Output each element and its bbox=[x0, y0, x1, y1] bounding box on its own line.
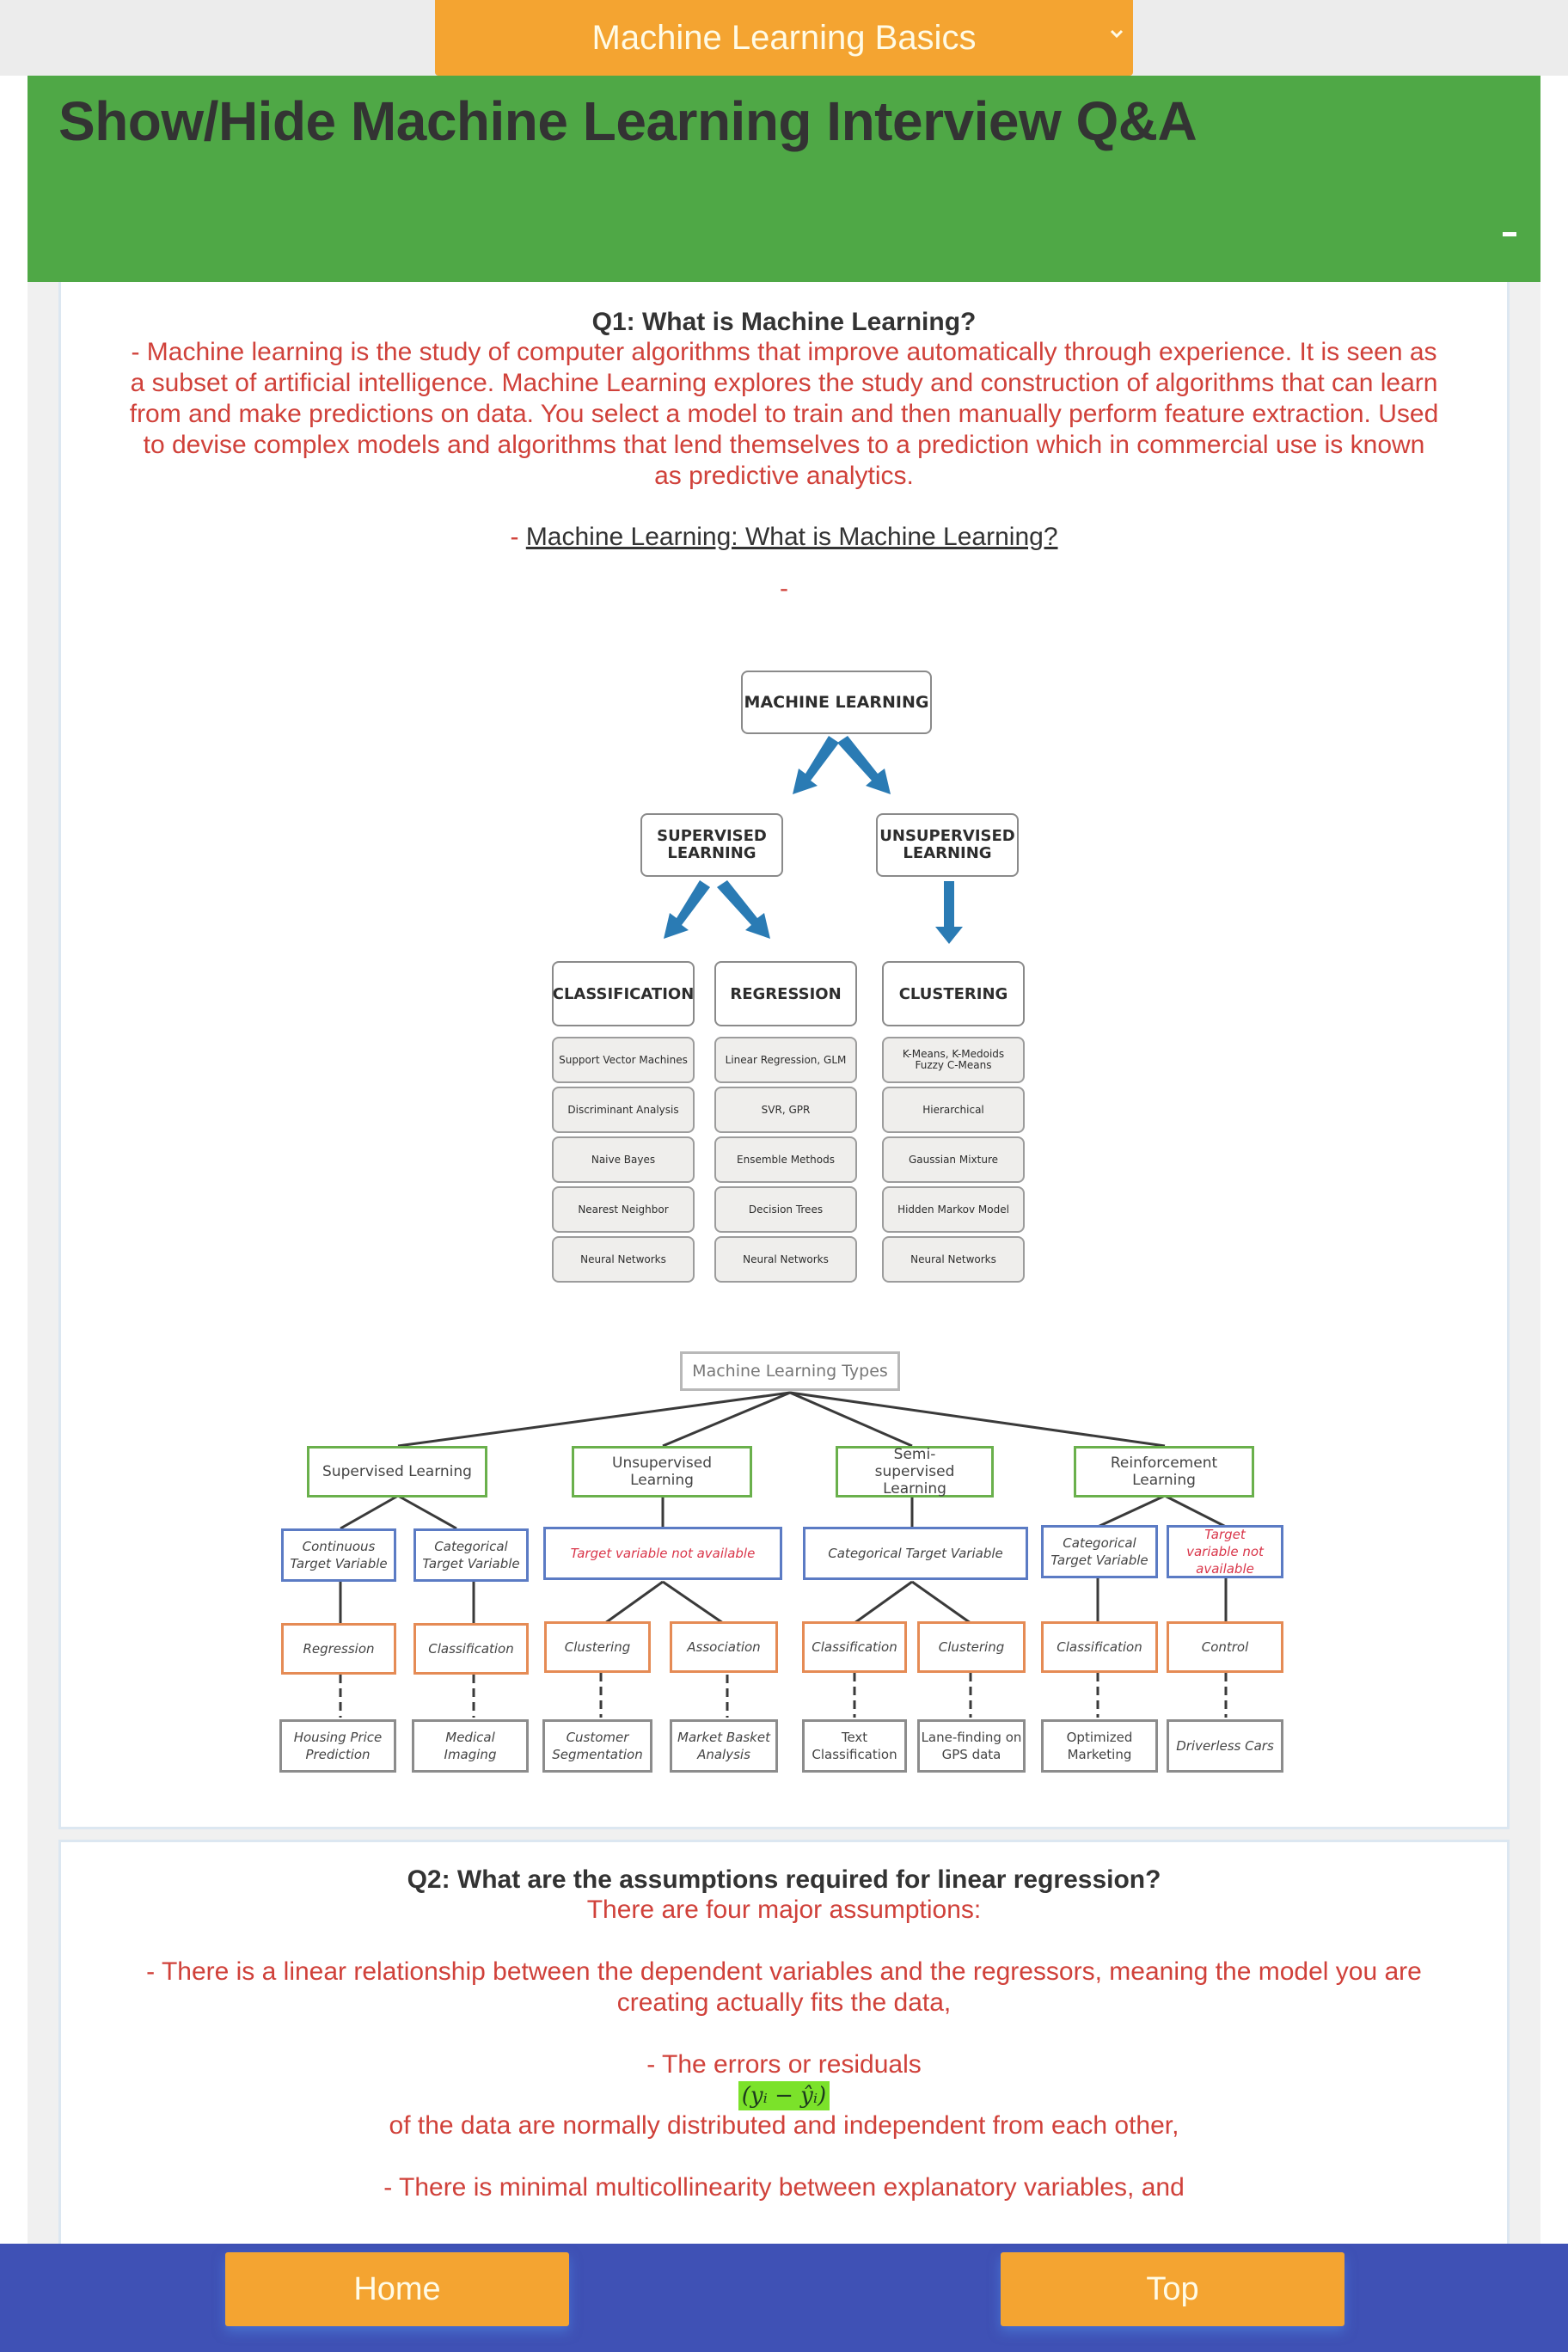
target-node: Target variable not available bbox=[543, 1527, 782, 1580]
application-node: Lane-finding on GPS data bbox=[917, 1719, 1026, 1773]
diagram-connectors bbox=[339, 1391, 1228, 1718]
type-node: Supervised Learning bbox=[307, 1446, 487, 1498]
application-node: Medical Imaging bbox=[412, 1719, 529, 1773]
task-node: Classification bbox=[802, 1621, 907, 1673]
question-title: Q2: What are the assumptions required fo… bbox=[407, 1865, 1161, 1894]
assumption-residuals: - The errors or residuals (yᵢ − ŷᵢ) of t… bbox=[61, 2049, 1507, 2141]
chevron-down-icon bbox=[1110, 29, 1124, 39]
application-node: Driverless Cars bbox=[1167, 1719, 1283, 1773]
question-card-q2: Q2: What are the assumptions required fo… bbox=[58, 1840, 1510, 2287]
answer-line: of the data are normally distributed and… bbox=[389, 2111, 1179, 2140]
task-node: Classification bbox=[413, 1623, 529, 1675]
question-card-q1: Q1: What is Machine Learning? - Machine … bbox=[58, 282, 1510, 1829]
top-button[interactable]: Top bbox=[1001, 2252, 1344, 2326]
task-node: Clustering bbox=[917, 1621, 1026, 1673]
application-node: Housing Price Prediction bbox=[279, 1719, 396, 1773]
answer-line: creating actually fits the data, bbox=[616, 1988, 952, 2017]
task-node: Clustering bbox=[544, 1621, 651, 1673]
page-title: Show/Hide Machine Learning Interview Q&A bbox=[58, 90, 1197, 152]
application-node: Market Basket Analysis bbox=[670, 1719, 778, 1773]
assumption-linearity: - There is a linear relationship between… bbox=[61, 1957, 1507, 2018]
target-node: Continuous Target Variable bbox=[281, 1528, 396, 1582]
topic-select-value: Machine Learning Basics bbox=[591, 18, 977, 57]
target-node: Categorical Target Variable bbox=[1041, 1525, 1158, 1578]
target-node: Target variable not available bbox=[1167, 1525, 1283, 1578]
assumption-multicollinearity: - There is minimal multicollinearity bet… bbox=[383, 2173, 1185, 2202]
task-node: Control bbox=[1167, 1621, 1283, 1673]
residual-formula: (yᵢ − ŷᵢ) bbox=[738, 2081, 830, 2110]
target-node: Categorical Target Variable bbox=[413, 1528, 529, 1582]
answer-intro: There are four major assumptions: bbox=[586, 1896, 982, 1924]
answer-line: - The errors or residuals bbox=[646, 2050, 922, 2079]
answer-line: - There is a linear relationship between… bbox=[146, 1957, 1422, 1986]
target-node: Categorical Target Variable bbox=[803, 1527, 1028, 1580]
task-node: Classification bbox=[1041, 1621, 1158, 1673]
task-node: Association bbox=[670, 1621, 778, 1673]
type-node: Reinforcement Learning bbox=[1074, 1446, 1254, 1498]
home-button[interactable]: Home bbox=[225, 2252, 569, 2326]
minus-icon[interactable] bbox=[1503, 232, 1516, 236]
application-node: Text Classification bbox=[802, 1719, 907, 1773]
type-node: Semi-supervised Learning bbox=[836, 1446, 994, 1498]
footer-bar: Home Top bbox=[0, 2244, 1568, 2352]
application-node: Optimized Marketing bbox=[1041, 1719, 1158, 1773]
show-hide-toggle[interactable]: Show/Hide Machine Learning Interview Q&A bbox=[28, 76, 1540, 282]
application-node: Customer Segmentation bbox=[542, 1719, 652, 1773]
task-node: Regression bbox=[281, 1623, 396, 1675]
types-root-node: Machine Learning Types bbox=[680, 1351, 900, 1391]
topic-select[interactable]: Machine Learning Basics bbox=[435, 0, 1133, 76]
type-node: Unsupervised Learning bbox=[572, 1446, 752, 1498]
